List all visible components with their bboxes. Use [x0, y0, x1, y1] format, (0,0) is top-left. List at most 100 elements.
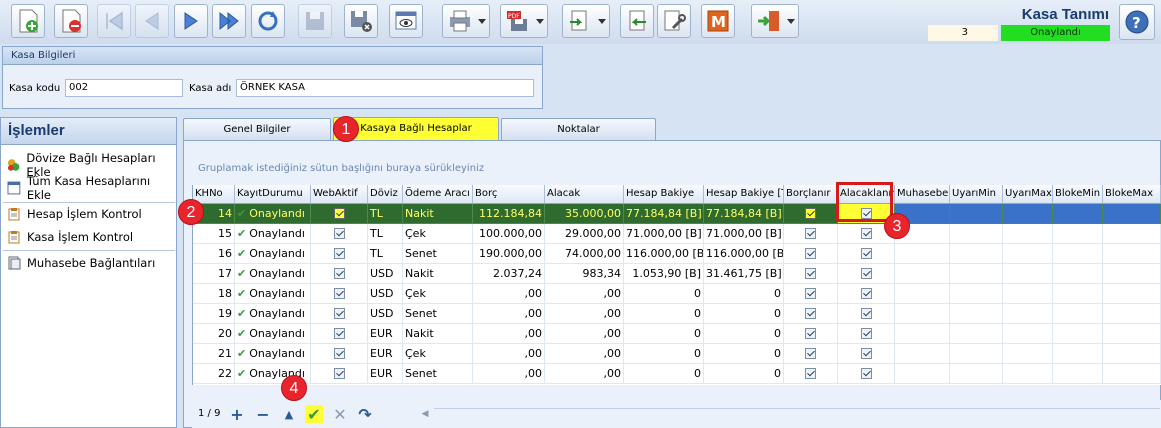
exit-button[interactable] [751, 4, 799, 38]
table-row[interactable]: 17 ✔ Onaylandı USD Nakit 2.037,24 983,34 1.053,… [193, 264, 1161, 284]
table-cell-alacak[interactable] [838, 304, 895, 324]
table-cell-borc[interactable] [784, 264, 838, 284]
column-header[interactable]: BlokeMax [1103, 185, 1161, 203]
table-cell-borc[interactable] [784, 204, 838, 224]
remove-row-button[interactable]: − [254, 405, 272, 424]
table-row[interactable]: 22 ✔ Onaylandı EUR Senet ,00,00 0 0 [193, 364, 1161, 384]
checkbox[interactable] [333, 327, 345, 339]
checkbox[interactable] [333, 307, 345, 319]
column-header[interactable]: Hesap Bakiye [T [704, 185, 784, 203]
sidebar-item-add-currency[interactable]: Dövize Bağlı Hesapları Ekle [7, 151, 176, 179]
table-cell-alacak[interactable] [838, 364, 895, 384]
save-button[interactable] [298, 4, 332, 38]
checkbox[interactable] [805, 267, 816, 279]
checkbox[interactable] [333, 227, 345, 239]
checkbox[interactable] [805, 307, 816, 319]
table-cell-web[interactable] [311, 324, 368, 344]
table-cell-borc[interactable] [784, 364, 838, 384]
column-header[interactable]: KHNo [193, 185, 235, 203]
checkbox[interactable] [805, 367, 816, 379]
table-row[interactable]: 20 ✔ Onaylandı EUR Nakit ,00,00 0 0 [193, 324, 1161, 344]
column-header[interactable]: Alacak [545, 185, 624, 203]
table-cell-borc[interactable] [784, 324, 838, 344]
confirm-button[interactable]: ✔ [305, 405, 323, 424]
table-cell-borc[interactable] [784, 344, 838, 364]
prev-button[interactable] [135, 4, 169, 38]
cancel-edit-button[interactable]: ✕ [331, 405, 349, 424]
checkbox[interactable] [860, 327, 872, 339]
column-header[interactable]: KayıtDurumu [235, 185, 311, 203]
table-cell-borc[interactable] [784, 284, 838, 304]
checkbox[interactable] [333, 207, 345, 219]
table-cell-web[interactable] [311, 364, 368, 384]
scroll-left-button[interactable]: ◀ [416, 405, 434, 423]
pdf-button[interactable]: PDF [500, 4, 548, 38]
checkbox[interactable] [805, 247, 816, 259]
table-row[interactable]: 16 ✔ Onaylandı TL Senet 190.000,00 74.000,00 11… [193, 244, 1161, 264]
first-button[interactable] [97, 4, 131, 38]
column-header[interactable]: Borç [473, 185, 545, 203]
column-header[interactable]: UyarıMax [1003, 185, 1053, 203]
column-header[interactable]: WebAktif [311, 185, 368, 203]
column-header[interactable]: Muhasebe [895, 185, 950, 203]
table-cell-web[interactable] [311, 304, 368, 324]
table-cell-web[interactable] [311, 284, 368, 304]
name-field[interactable]: ÖRNEK KASA [236, 79, 534, 97]
checkbox[interactable] [860, 247, 872, 259]
horizontal-scrollbar[interactable] [434, 408, 1160, 420]
table-row[interactable]: 21 ✔ Onaylandı EUR Çek ,00,00 0 0 [193, 344, 1161, 364]
checkbox[interactable] [805, 287, 816, 299]
add-row-button[interactable]: + [228, 405, 246, 424]
checkbox[interactable] [860, 367, 872, 379]
checkbox[interactable] [805, 347, 816, 359]
checkbox[interactable] [333, 287, 345, 299]
checkbox[interactable] [805, 327, 816, 339]
group-by-hint[interactable]: Gruplamak istediğiniz sütun başlığını bu… [198, 163, 484, 174]
sidebar-item-account-control[interactable]: Hesap İşlem Kontrol [7, 204, 142, 224]
sidebar-item-cash-control[interactable]: Kasa İşlem Kontrol [7, 227, 133, 247]
checkbox[interactable] [333, 267, 345, 279]
table-cell-web[interactable] [311, 244, 368, 264]
table-row[interactable]: 15 ✔ Onaylandı TL Çek 100.000,00 29.000,00 71.0… [193, 224, 1161, 244]
column-header[interactable]: Borçlanır [784, 185, 838, 203]
checkbox[interactable] [860, 267, 872, 279]
table-cell-borc[interactable] [784, 244, 838, 264]
m-button[interactable]: M [701, 4, 735, 38]
column-header[interactable]: BlokeMin [1053, 185, 1103, 203]
tab-general[interactable]: Genel Bilgiler [183, 118, 331, 140]
cancel-save-button[interactable] [344, 4, 378, 38]
table-cell-borc[interactable] [784, 304, 838, 324]
table-row[interactable]: 19 ✔ Onaylandı USD Senet ,00,00 0 0 [193, 304, 1161, 324]
checkbox[interactable] [333, 247, 345, 259]
refresh-data-button[interactable]: ↷ [356, 405, 374, 424]
tools-button[interactable] [657, 4, 691, 38]
table-row[interactable]: 14 ✔ Onaylandı TL Nakit 112.184,84 35.000,00 77… [193, 204, 1161, 224]
column-header[interactable]: Döviz [368, 185, 403, 203]
move-up-button[interactable]: ▲ [280, 405, 298, 423]
sidebar-item-accounting[interactable]: Muhasebe Bağlantıları [7, 253, 155, 273]
import-button[interactable] [620, 4, 654, 38]
print-button[interactable] [442, 4, 490, 38]
export-button[interactable] [562, 4, 610, 38]
table-cell-web[interactable] [311, 224, 368, 244]
checkbox[interactable] [805, 207, 816, 219]
table-cell-alacak[interactable] [838, 344, 895, 364]
table-cell-alacak[interactable] [838, 324, 895, 344]
column-header[interactable]: UyarıMin [950, 185, 1003, 203]
checkbox[interactable] [860, 347, 872, 359]
column-header[interactable]: Hesap Bakiye [624, 185, 704, 203]
refresh-button[interactable] [251, 4, 285, 38]
delete-button[interactable] [54, 4, 88, 38]
table-cell-alacak[interactable] [838, 284, 895, 304]
checkbox[interactable] [333, 367, 345, 379]
table-cell-web[interactable] [311, 344, 368, 364]
table-row[interactable]: 18 ✔ Onaylandı USD Çek ,00,00 0 0 [193, 284, 1161, 304]
checkbox[interactable] [860, 287, 872, 299]
sidebar-item-add-all[interactable]: Tüm Kasa Hesaplarını Ekle [7, 174, 176, 202]
table-cell-alacak[interactable] [838, 244, 895, 264]
checkbox[interactable] [333, 347, 345, 359]
checkbox[interactable] [860, 307, 872, 319]
table-cell-web[interactable] [311, 204, 368, 224]
table-cell-web[interactable] [311, 264, 368, 284]
checkbox[interactable] [805, 227, 816, 239]
